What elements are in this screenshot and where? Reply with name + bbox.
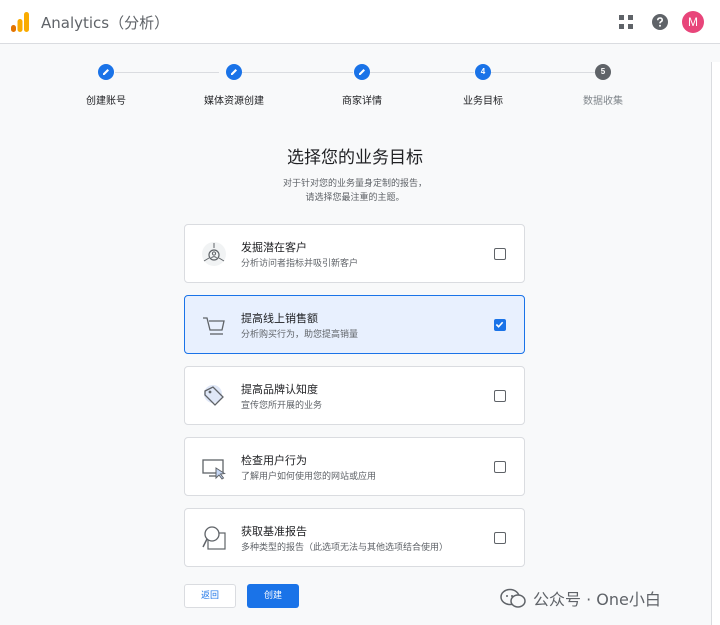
back-button[interactable]: 返回 <box>184 584 236 608</box>
goal-option-increase-sales[interactable]: 提高线上销售额 分析购买行为，助您提高销量 <box>184 295 525 354</box>
goal-option-generate-leads[interactable]: 发掘潜在客户 分析访问者指标并吸引新客户 <box>184 224 525 283</box>
step-label-business-details: 商家详情 <box>342 96 382 107</box>
step-label-create-account: 创建账号 <box>86 96 126 107</box>
subtitle-line-1: 对于针对您的业务量身定制的报告， <box>282 179 427 189</box>
wechat-icon <box>500 588 526 608</box>
option-description: 多种类型的报告（此选项无法与其他选项结合使用） <box>241 543 449 553</box>
option-title: 提高线上销售额 <box>241 312 318 325</box>
apps-grid-icon[interactable] <box>619 15 633 29</box>
page-subtitle: 对于针对您的业务量身定制的报告， 请选择您最注重的主题。 <box>0 177 710 205</box>
app-title: Analytics（分析） <box>41 14 170 32</box>
option-title: 获取基准报告 <box>241 525 307 538</box>
scrollbar[interactable] <box>711 62 720 625</box>
leads-icon <box>202 242 226 266</box>
option-title: 检查用户行为 <box>241 454 307 467</box>
create-button[interactable]: 创建 <box>247 584 299 608</box>
cart-icon <box>203 317 225 335</box>
help-icon[interactable] <box>652 14 668 30</box>
screen-cursor-icon <box>202 459 226 480</box>
step-label-business-goals: 业务目标 <box>463 96 503 107</box>
analytics-logo[interactable] <box>11 12 29 32</box>
step-3-done-icon <box>354 64 370 80</box>
step-label-property-creation: 媒体资源创建 <box>204 96 264 107</box>
subtitle-line-2: 请选择您最注重的主题。 <box>305 193 405 203</box>
watermark-text: 公众号 · One小白 <box>533 590 661 609</box>
step-5-pending: 5 <box>595 64 611 80</box>
step-label-data-collection: 数据收集 <box>583 96 623 107</box>
option-checkbox[interactable] <box>494 532 506 544</box>
magnifier-report-icon <box>202 526 226 550</box>
top-app-bar: Analytics（分析） M <box>0 0 720 44</box>
avatar[interactable]: M <box>682 11 704 33</box>
goal-option-baseline-reports[interactable]: 获取基准报告 多种类型的报告（此选项无法与其他选项结合使用） <box>184 508 525 567</box>
goal-option-brand-awareness[interactable]: 提高品牌认知度 宣传您所开展的业务 <box>184 366 525 425</box>
stepper-connector <box>115 72 219 73</box>
option-description: 分析购买行为，助您提高销量 <box>241 330 359 340</box>
stepper-connector <box>242 72 353 73</box>
step-4-current: 4 <box>475 64 491 80</box>
option-description: 了解用户如何使用您的网站或应用 <box>241 472 377 482</box>
tag-icon <box>204 385 224 406</box>
stepper-connector <box>491 72 595 73</box>
checkmark-icon <box>495 321 504 328</box>
step-1-done-icon <box>98 64 114 80</box>
stepper-connector <box>370 72 474 73</box>
option-description: 分析访问者指标并吸引新客户 <box>241 259 359 269</box>
goal-option-user-behavior[interactable]: 检查用户行为 了解用户如何使用您的网站或应用 <box>184 437 525 496</box>
watermark: 公众号 · One小白 <box>500 586 700 609</box>
option-title: 发掘潜在客户 <box>241 241 307 254</box>
option-title: 提高品牌认知度 <box>241 383 318 396</box>
option-checkbox[interactable] <box>494 248 506 260</box>
option-checkbox-checked[interactable] <box>494 319 506 331</box>
option-checkbox[interactable] <box>494 461 506 473</box>
option-description: 宣传您所开展的业务 <box>241 401 323 411</box>
page-title: 选择您的业务目标 <box>287 148 423 168</box>
option-checkbox[interactable] <box>494 390 506 402</box>
step-2-done-icon <box>226 64 242 80</box>
